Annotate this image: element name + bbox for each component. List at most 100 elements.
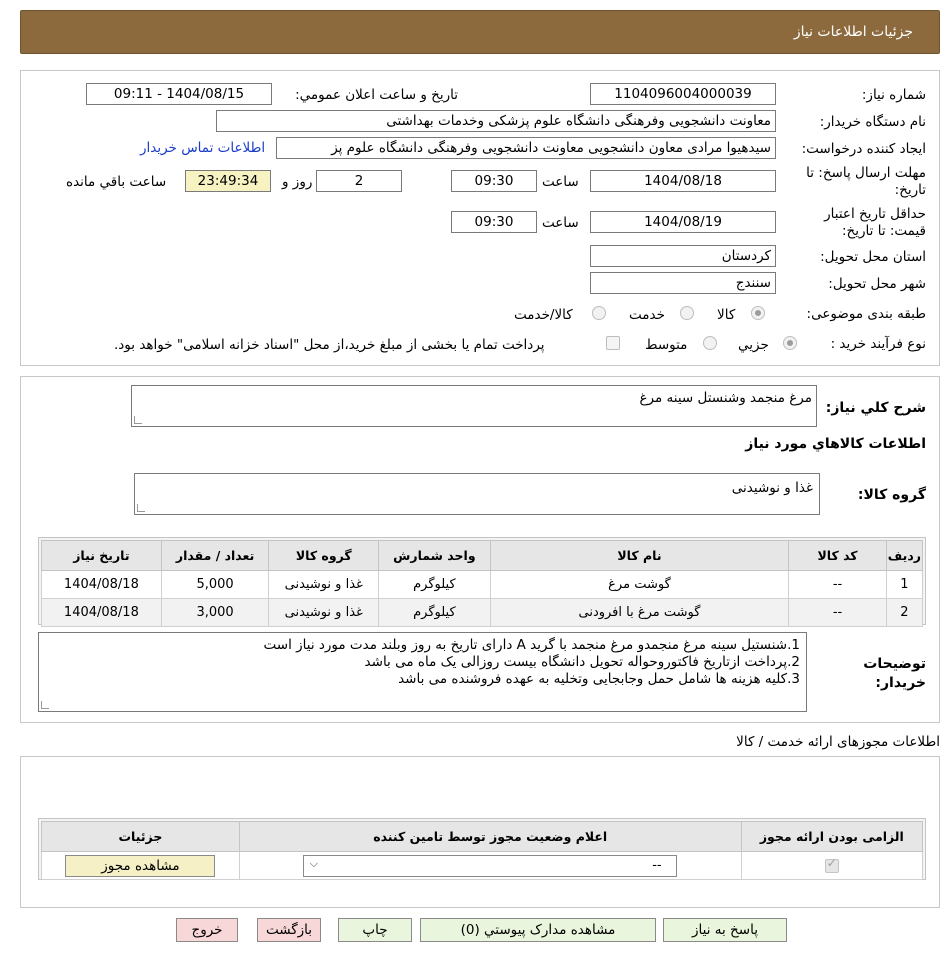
required-checkbox[interactable]: ✓ (824, 855, 839, 873)
process-option-small: جزیي (738, 337, 769, 353)
col-header-name: نام کالا (489, 540, 790, 571)
resize-grip-icon[interactable] (134, 416, 142, 424)
permit-status-select[interactable]: ⌵ -- (302, 854, 677, 877)
cell-name: گوشت مرغ (489, 570, 790, 599)
process-radio-small[interactable] (783, 336, 797, 350)
reply-time-label: ساعت (542, 174, 579, 190)
requester-label: ایجاد کننده درخواست: (801, 141, 926, 157)
col-header-date: تاریخ نیاز (41, 540, 162, 571)
cell-code: -- (788, 570, 887, 599)
cell-quantity: 5,000 (160, 570, 270, 599)
cell-date: 1404/08/18 (41, 570, 162, 599)
checkmark-icon: ✓ (826, 855, 837, 870)
exit-button[interactable]: خروج (176, 918, 238, 942)
cell-row-number: 2 (885, 598, 924, 627)
permits-section-title: اطلاعات مجوزهای ارائه خدمت / کالا (736, 734, 940, 750)
buyer-note-line: 2.پرداخت ازتاریخ فاکتوروحواله تحویل دانش… (364, 654, 800, 670)
days-label: روز و (282, 174, 313, 190)
reply-button[interactable]: پاسخ به نیاز (663, 918, 787, 942)
city-field: سنندج (590, 272, 776, 294)
validity-date-field: 1404/08/19 (590, 211, 776, 233)
process-label: نوع فرآیند خرید : (830, 336, 926, 352)
category-radio-goods-service[interactable] (592, 306, 606, 320)
goods-group-text: غذا و نوشیدنی (731, 480, 813, 496)
buyer-contact-link[interactable]: اطلاعات تماس خریدار (140, 140, 265, 156)
permit-status-value: -- (652, 857, 662, 873)
col-header-group: گروه کالا (268, 540, 380, 571)
print-button[interactable]: چاپ (338, 918, 412, 942)
province-label: استان محل تحویل: (820, 249, 926, 265)
category-option-goods-service: کالا/خدمت (514, 307, 573, 323)
col-header-row-number: ردیف (885, 540, 924, 571)
col-header-code: کد کالا (788, 540, 887, 571)
requester-field: سیدهیوا مرادی معاون دانشجویی معاونت دانش… (276, 137, 776, 159)
cell-code: -- (788, 598, 887, 627)
items-table: ردیف کد کالا نام کالا واحد شمارش گروه کا… (41, 540, 924, 627)
buyer-notes-label-2: خریدار: (875, 675, 926, 691)
category-option-service: خدمت (629, 307, 665, 323)
validity-label: حداقل تاریخ اعتبار (824, 206, 926, 222)
reply-deadline-label-2: تاریخ: (894, 182, 926, 198)
cell-required: ✓ (740, 851, 924, 880)
resize-grip-icon[interactable] (137, 504, 145, 512)
validity-time-field: 09:30 (451, 211, 537, 233)
validity-label-2: قیمت: تا تاریخ: (842, 223, 926, 239)
cell-date: 1404/08/18 (41, 598, 162, 627)
process-radio-medium[interactable] (703, 336, 717, 350)
buyer-org-label: نام دستگاه خریدار: (819, 114, 926, 130)
category-option-goods: کالا (717, 307, 736, 323)
col-header-required: الزامی بودن ارائه مجوز (740, 821, 924, 852)
province-field: کردستان (590, 245, 776, 267)
reply-deadline-label: مهلت ارسال پاسخ: تا (806, 165, 926, 181)
need-number-label: شماره نیاز: (861, 87, 926, 103)
cell-name: گوشت مرغ با افرودنی (489, 598, 790, 627)
cell-group: غذا و نوشیدنی (268, 570, 380, 599)
validity-time-label: ساعت (542, 215, 579, 231)
goods-group-label: گروه کالا: (857, 487, 926, 503)
items-table-header-row: ردیف کد کالا نام کالا واحد شمارش گروه کا… (41, 540, 924, 571)
cell-row-number: 1 (885, 570, 924, 599)
table-row: ✓ ⌵ -- مشاهده مجوز (41, 851, 924, 880)
view-attachments-button[interactable]: مشاهده مدارک پیوستي (0) (420, 918, 656, 942)
summary-textbox[interactable]: مرغ منجمد وشنستل سینه مرغ (131, 385, 817, 427)
buyer-note-line: 1.شنستیل سینه مرغ منجمدو مرغ منجمد با گر… (263, 637, 800, 653)
page-header: جزئیات اطلاعات نیاز (20, 10, 940, 54)
col-header-quantity: تعداد / مقدار (160, 540, 270, 571)
summary-label: شرح کلي نیاز: (825, 400, 926, 416)
need-number-field: 1104096004000039 (590, 83, 776, 105)
reply-date-field: 1404/08/18 (590, 170, 776, 192)
col-header-unit: واحد شمارش (378, 540, 491, 571)
announce-label: تاریخ و ساعت اعلان عمومي: (295, 87, 458, 103)
treasury-payment-checkbox[interactable] (606, 336, 620, 350)
reply-time-field: 09:30 (451, 170, 537, 192)
days-field: 2 (316, 170, 402, 192)
page-title: جزئیات اطلاعات نیاز (793, 24, 913, 40)
cell-unit: کیلوگرم (378, 598, 491, 627)
goods-group-textbox[interactable]: غذا و نوشیدنی (134, 473, 820, 515)
cell-unit: کیلوگرم (378, 570, 491, 599)
permits-table: الزامی بودن ارائه مجوز اعلام وضعیت مجوز … (41, 821, 924, 880)
buyer-notes-label: توضیحات (863, 656, 926, 672)
buyer-note-line: 3.کلیه هزینه ها شامل حمل وجابجایی وتخلیه… (398, 671, 800, 687)
category-label: طبقه بندی موضوعی: (806, 306, 926, 322)
cell-status: ⌵ -- (238, 851, 742, 880)
city-label: شهر محل تحویل: (828, 276, 926, 292)
treasury-payment-note: پرداخت تمام یا بخشی از مبلغ خرید،از محل … (114, 337, 545, 353)
back-button[interactable]: بازگشت (257, 918, 321, 942)
remaining-label: ساعت باقي مانده (66, 174, 167, 190)
category-radio-service[interactable] (680, 306, 694, 320)
resize-grip-icon[interactable] (41, 701, 49, 709)
summary-text: مرغ منجمد وشنستل سینه مرغ (639, 390, 813, 406)
buyer-org-field: معاونت دانشجویی وفرهنگی دانشگاه علوم پزش… (216, 110, 776, 132)
buyer-notes-textbox[interactable]: 1.شنستیل سینه مرغ منجمدو مرغ منجمد با گر… (38, 632, 807, 712)
category-radio-goods[interactable] (751, 306, 765, 320)
remaining-time-field: 23:49:34 (185, 170, 271, 192)
table-row: 2 -- گوشت مرغ با افرودنی کیلوگرم غذا و ن… (41, 598, 924, 627)
col-header-status: اعلام وضعیت مجوز توسط تامین کننده (238, 821, 742, 852)
col-header-details: جزئیات (41, 821, 240, 852)
view-permit-button[interactable]: مشاهده مجوز (65, 854, 216, 877)
cell-details: مشاهده مجوز (41, 851, 240, 880)
announce-datetime-field: 1404/08/15 - 09:11 (86, 83, 272, 105)
chevron-down-icon: ⌵ (309, 856, 318, 870)
table-row: 1 -- گوشت مرغ کیلوگرم غذا و نوشیدنی 5,00… (41, 570, 924, 599)
